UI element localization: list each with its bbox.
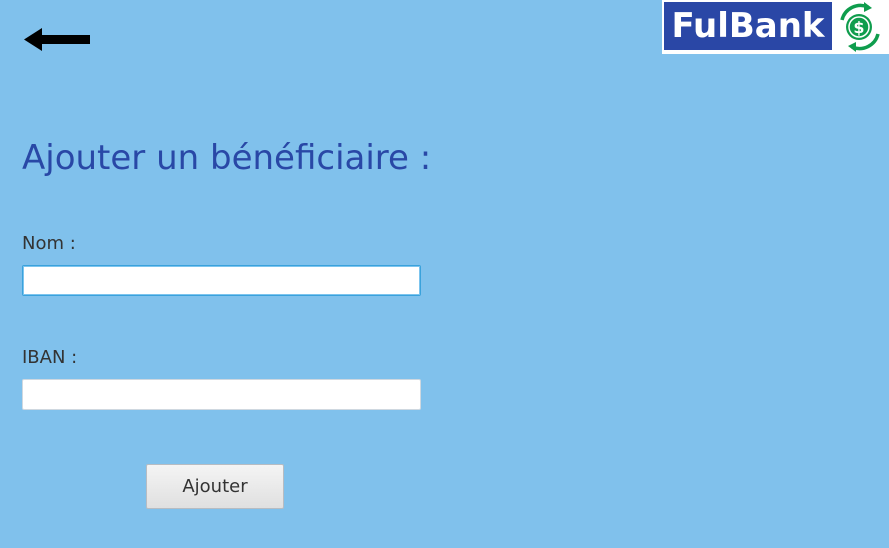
- page-title: Ajouter un bénéficiaire :: [22, 138, 432, 178]
- iban-input[interactable]: [22, 379, 421, 410]
- nom-input[interactable]: [22, 265, 421, 296]
- nom-label: Nom :: [22, 233, 76, 254]
- dollar-exchange-icon: $: [834, 0, 888, 54]
- arrow-left-icon: [24, 28, 90, 51]
- fulbank-logo: FulBank $: [662, 0, 889, 54]
- back-button[interactable]: [20, 20, 96, 60]
- logo-wordmark: FulBank: [664, 2, 832, 50]
- svg-text:$: $: [853, 18, 864, 37]
- ajouter-button[interactable]: Ajouter: [146, 464, 284, 509]
- iban-label: IBAN :: [22, 347, 78, 368]
